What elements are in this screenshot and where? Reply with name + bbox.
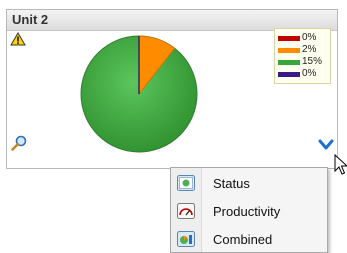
menu-item-combined[interactable]: Combined — [171, 226, 327, 252]
legend-label: 0% — [302, 32, 317, 43]
legend-label: 2% — [302, 44, 317, 55]
mouse-cursor-icon — [334, 154, 347, 175]
chevron-down-icon[interactable] — [318, 139, 334, 151]
legend-item: 0% — [278, 32, 330, 44]
legend-item: 0% — [278, 68, 330, 80]
status-icon — [177, 175, 195, 191]
menu-item-productivity[interactable]: Productivity — [171, 198, 327, 224]
chart-legend: 0% 2% 15% 0% — [274, 28, 331, 84]
legend-swatch — [278, 59, 300, 65]
view-dropdown-menu: Status Productivity Combined — [170, 167, 328, 253]
productivity-gauge-icon — [177, 203, 195, 219]
menu-item-status[interactable]: Status — [171, 170, 327, 196]
legend-swatch — [278, 47, 300, 53]
warning-icon — [10, 32, 26, 46]
legend-swatch — [278, 35, 300, 41]
legend-item: 2% — [278, 44, 330, 56]
menu-item-label: Status — [213, 175, 250, 191]
combined-icon — [177, 231, 195, 247]
status-pie-chart — [80, 35, 198, 153]
menu-item-label: Combined — [213, 231, 273, 247]
legend-label: 15% — [302, 56, 323, 67]
magnifier-icon[interactable] — [11, 135, 27, 151]
menu-item-label: Productivity — [213, 203, 281, 219]
legend-label: 0% — [302, 68, 317, 79]
legend-swatch — [278, 71, 300, 77]
legend-item: 15% — [278, 56, 330, 68]
